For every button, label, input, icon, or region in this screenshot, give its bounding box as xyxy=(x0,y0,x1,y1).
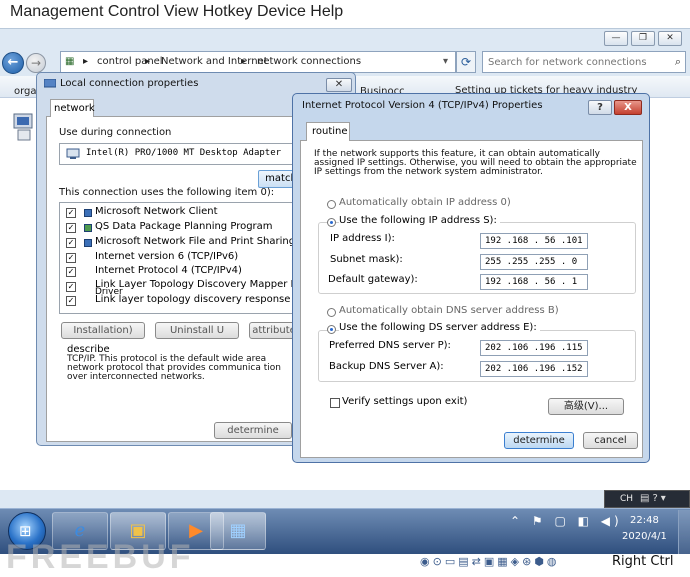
host-device-icons[interactable]: ◉⊙▭▤⇄▣▦◈⊛⬢◍ xyxy=(420,555,559,568)
ip-address-input[interactable]: 192 .168 . 56 .101 xyxy=(480,233,588,249)
subnet-mask-input[interactable]: 255 .255 .255 . 0 xyxy=(480,254,588,270)
help-window-title: Management Control View Hotkey Device He… xyxy=(10,3,344,20)
qos-icon xyxy=(84,224,92,232)
verify-checkbox[interactable] xyxy=(330,398,340,408)
breadcrumb-separator: ▸ xyxy=(83,56,89,67)
manual-ip-radio[interactable] xyxy=(327,218,336,227)
language-indicator[interactable]: CH xyxy=(620,494,633,504)
install-button[interactable]: Installation) xyxy=(61,322,145,339)
chevron-down-icon[interactable]: ▾ xyxy=(443,56,448,67)
auto-ip-label: Automatically obtain IP address 0) xyxy=(339,197,511,208)
ipv4-title: Internet Protocol Version 4 (TCP/IPv4) P… xyxy=(302,100,543,111)
item-checkbox[interactable]: ✓ xyxy=(66,296,76,306)
minimize-button[interactable]: — xyxy=(604,31,628,46)
backup-dns-label: Backup DNS Server A): xyxy=(329,361,444,372)
file-sharing-icon xyxy=(84,239,92,247)
item-checkbox[interactable]: ✓ xyxy=(66,267,76,277)
use-during-label: Use during connection xyxy=(59,127,172,138)
search-input[interactable] xyxy=(483,52,663,72)
maximize-button[interactable]: ❐ xyxy=(631,31,655,46)
item-checkbox[interactable]: ✓ xyxy=(66,208,76,218)
system-tray[interactable]: ⌃ ⚑ ▢ ◧ ◀) xyxy=(510,514,623,528)
item-checkbox[interactable]: ✓ xyxy=(66,282,76,292)
ok-button[interactable]: determine xyxy=(504,432,574,449)
local-connection-title: Local connection properties xyxy=(60,78,199,89)
auto-dns-label: Automatically obtain DNS server address … xyxy=(339,305,559,316)
back-button[interactable]: ← xyxy=(2,52,24,74)
verify-label: Verify settings upon exit) xyxy=(342,396,468,407)
network-icon xyxy=(43,78,57,89)
language-bar-icons[interactable]: ▤?▾ xyxy=(640,493,669,504)
breadcrumb-separator: ▸ xyxy=(145,56,151,67)
help-button[interactable]: ? xyxy=(588,100,612,115)
advanced-button[interactable]: 高级(V)... xyxy=(548,398,624,415)
close-button[interactable]: X xyxy=(614,100,642,115)
item-checkbox[interactable]: ✓ xyxy=(66,253,76,263)
preferred-dns-input[interactable]: 202 .106 .196 .115 xyxy=(480,340,588,356)
lcp-ok-button[interactable]: determine xyxy=(214,422,292,439)
show-desktop-button[interactable] xyxy=(678,510,690,554)
clock-date[interactable]: 2020/4/1 xyxy=(622,531,667,542)
ip-address-label: IP address I): xyxy=(330,233,395,244)
breadcrumb-control-panel[interactable]: control panel xyxy=(97,56,163,67)
list-item[interactable]: QS Data Package Planning Program xyxy=(95,221,273,232)
gateway-input[interactable]: 192 .168 . 56 . 1 xyxy=(480,274,588,290)
manual-ip-label: Use the following IP address S): xyxy=(339,215,500,226)
description-text: TCP/IP. This protocol is the default wid… xyxy=(67,354,281,382)
auto-dns-radio[interactable] xyxy=(327,308,336,317)
window-controls: — ❐ ✕ xyxy=(604,31,686,47)
cancel-button[interactable]: cancel xyxy=(583,432,638,449)
auto-ip-radio[interactable] xyxy=(327,200,336,209)
uninstall-button[interactable]: Uninstall U xyxy=(155,322,239,339)
network-adapter-icon[interactable] xyxy=(12,112,36,142)
subnet-mask-label: Subnet mask): xyxy=(330,254,403,265)
host-key-label: Right Ctrl xyxy=(612,554,674,569)
list-item[interactable]: Link Layer Topology Discovery Mapper I/0 xyxy=(95,279,303,290)
network-center-icon[interactable]: ▦ xyxy=(210,512,266,550)
refresh-button[interactable]: ⟳ xyxy=(456,51,476,73)
manual-dns-radio[interactable] xyxy=(327,325,336,334)
list-item[interactable]: Microsoft Network Client xyxy=(95,206,218,217)
close-icon[interactable]: ✕ xyxy=(326,78,352,92)
adapter-name: Intel(R) PRO/1000 MT Desktop Adapter xyxy=(86,148,282,158)
control-panel-icon: ▦ xyxy=(65,56,75,67)
clock-time[interactable]: 22:48 xyxy=(630,515,659,526)
adapter-icon xyxy=(66,148,80,160)
address-bar[interactable]: ▦ ▸ control panel ▸ Network and Internet… xyxy=(60,51,456,73)
watermark: FREEBUF xyxy=(6,538,195,576)
search-icon[interactable]: ⌕ xyxy=(675,55,681,69)
breadcrumb-network-connections[interactable]: network connections xyxy=(257,56,361,67)
gateway-label: Default gateway): xyxy=(328,274,418,285)
client-icon xyxy=(84,209,92,217)
preferred-dns-label: Preferred DNS server P): xyxy=(329,340,451,351)
tab-routine[interactable]: routine xyxy=(306,122,350,141)
dns-group-box xyxy=(318,330,636,382)
close-window-button[interactable]: ✕ xyxy=(658,31,682,46)
search-box[interactable]: ⌕ xyxy=(482,51,686,73)
forward-button[interactable]: → xyxy=(26,53,46,73)
item-checkbox[interactable]: ✓ xyxy=(66,223,76,233)
list-item[interactable]: Microsoft Network File and Print Sharing xyxy=(95,236,295,247)
breadcrumb-network-internet[interactable]: Network and Internet xyxy=(161,56,268,67)
tab-network[interactable]: network xyxy=(50,99,95,117)
breadcrumb-separator: ▸ xyxy=(241,56,247,67)
list-item[interactable]: Internet Protocol 4 (TCP/IPv4) xyxy=(95,265,242,276)
item-checkbox[interactable]: ✓ xyxy=(66,238,76,248)
list-item[interactable]: Internet version 6 (TCP/IPv6) xyxy=(95,251,238,262)
backup-dns-input[interactable]: 202 .106 .196 .152 xyxy=(480,361,588,377)
items-label: This connection uses the following item … xyxy=(59,187,275,198)
ipv4-info-text: If the network supports this feature, it… xyxy=(314,149,637,177)
manual-dns-label: Use the following DS server address E): xyxy=(339,322,540,333)
